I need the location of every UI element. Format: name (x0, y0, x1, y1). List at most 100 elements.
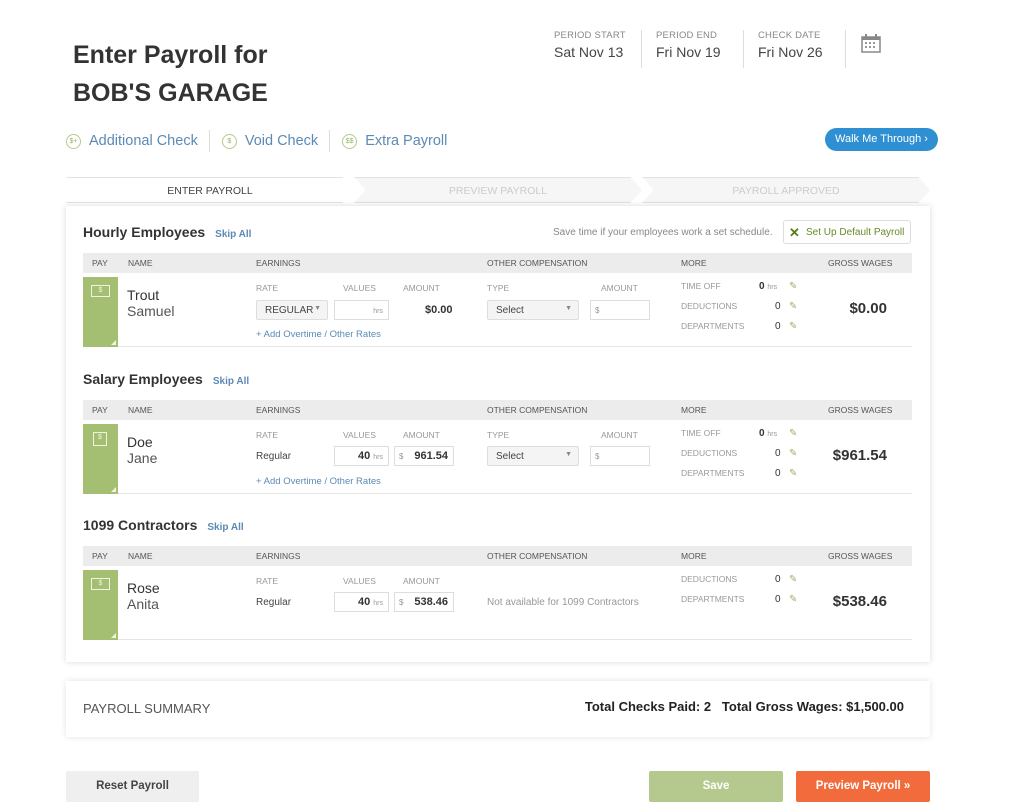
departments-value: 0 (775, 321, 781, 332)
tools-icon: ✕ (789, 225, 800, 240)
amount-value: 538.46 (414, 596, 448, 608)
col-other-comp: OTHER COMPENSATION (487, 551, 588, 561)
departments-value: 0 (775, 468, 781, 479)
employee-first-name: Anita (127, 596, 159, 612)
default-payroll-hint: Save time if your employees work a set s… (553, 227, 773, 238)
chevron-down-icon: ▼ (565, 305, 572, 312)
col-gross-wages: GROSS WAGES (828, 551, 893, 561)
edit-pencil-icon[interactable]: ✎ (789, 301, 797, 312)
deductions-item: DEDUCTIONS 0 ✎ (681, 448, 811, 459)
company-name: BOB'S GARAGE (73, 79, 268, 107)
hourly-skip-all-link[interactable]: Skip All (215, 229, 251, 240)
corner-icon (111, 633, 116, 638)
step-enter-payroll: ENTER PAYROLL (66, 177, 354, 203)
bank-icon: $ (93, 432, 107, 446)
edit-pencil-icon[interactable]: ✎ (789, 448, 797, 459)
set-up-default-payroll-button[interactable]: ✕ Set Up Default Payroll (783, 220, 912, 244)
period-end-label: PERIOD END (656, 30, 718, 41)
other-comp-not-available: Not available for 1099 Contractors (487, 597, 639, 608)
contractors-section-title: 1099 Contractors Skip All (83, 517, 244, 533)
employee-row-trout: $ Trout Samuel RATE VALUES AMOUNT REGULA… (83, 277, 912, 347)
col-other-comp: OTHER COMPENSATION (487, 405, 588, 415)
contractors-title: 1099 Contractors (83, 517, 198, 533)
amount-label: AMOUNT (403, 430, 440, 440)
pay-toggle[interactable]: $ (83, 277, 118, 347)
edit-pencil-icon[interactable]: ✎ (789, 468, 797, 479)
check-icon: $ (91, 578, 110, 590)
pay-toggle[interactable]: $ (83, 424, 118, 494)
hours-input[interactable]: hrs (334, 300, 389, 320)
col-name: NAME (128, 551, 153, 561)
earnings-amount: $0.00 (425, 304, 453, 316)
edit-pencil-icon[interactable]: ✎ (789, 574, 797, 585)
time-off-label: TIME OFF (681, 281, 721, 291)
double-dollar-icon: $$ (342, 133, 358, 149)
departments-label: DEPARTMENTS (681, 321, 745, 331)
dollar-prefix: $ (399, 598, 404, 607)
calendar-icon[interactable] (861, 34, 881, 53)
additional-check-link[interactable]: $+ Additional Check (66, 130, 210, 152)
add-overtime-link[interactable]: + Add Overtime / Other Rates (256, 329, 381, 340)
edit-pencil-icon[interactable]: ✎ (789, 321, 797, 332)
time-off-value: 0 hrs (759, 281, 778, 292)
departments-label: DEPARTMENTS (681, 594, 745, 604)
salary-skip-all-link[interactable]: Skip All (213, 376, 249, 387)
hourly-section-title: Hourly Employees Skip All (83, 224, 251, 240)
corner-icon (111, 340, 116, 345)
save-button[interactable]: Save (649, 771, 783, 802)
hours-input[interactable]: 40 hrs (334, 592, 389, 612)
payroll-totals: Total Checks Paid: 2 Total Gross Wages: … (584, 699, 904, 714)
extra-payroll-link[interactable]: $$ Extra Payroll (342, 130, 458, 152)
amount-input[interactable]: $961.54 (394, 446, 454, 466)
edit-pencil-icon[interactable]: ✎ (789, 594, 797, 605)
contractors-skip-all-link[interactable]: Skip All (207, 522, 243, 533)
payroll-summary-label: PAYROLL SUMMARY (83, 701, 211, 716)
other-comp-type-select[interactable]: Select ▼ (487, 446, 579, 466)
rate-value: Regular (256, 451, 292, 462)
other-comp-type-select[interactable]: Select ▼ (487, 300, 579, 320)
preview-payroll-button[interactable]: Preview Payroll » (796, 771, 930, 802)
add-overtime-link[interactable]: + Add Overtime / Other Rates (256, 476, 381, 487)
amount-label: AMOUNT (403, 576, 440, 586)
departments-value: 0 (775, 594, 781, 605)
check-date[interactable]: CHECK DATE Fri Nov 26 (744, 30, 846, 68)
other-comp-amount-input[interactable]: $ (590, 300, 650, 320)
col-pay: PAY (92, 405, 108, 415)
period-start[interactable]: PERIOD START Sat Nov 13 (540, 30, 642, 68)
deductions-value: 0 (775, 301, 781, 312)
check-date-value: Fri Nov 26 (758, 44, 823, 60)
payroll-entry-panel: Hourly Employees Skip All Save time if yo… (66, 206, 930, 662)
other-amount-label: AMOUNT (601, 283, 638, 293)
rate-label: RATE (256, 283, 279, 293)
values-label: VALUES (343, 283, 376, 293)
dollar-plus-icon: $+ (66, 133, 81, 149)
col-gross-wages: GROSS WAGES (828, 405, 893, 415)
edit-pencil-icon[interactable]: ✎ (789, 281, 797, 292)
pay-toggle[interactable]: $ (83, 570, 118, 640)
col-earnings: EARNINGS (256, 405, 301, 415)
void-check-label: Void Check (244, 133, 319, 149)
gross-wages-value: $538.46 (832, 593, 887, 610)
step-payroll-approved: PAYROLL APPROVED (642, 177, 930, 203)
edit-pencil-icon[interactable]: ✎ (789, 428, 797, 439)
amount-value: 961.54 (414, 450, 448, 462)
void-check-link[interactable]: $ Void Check (221, 130, 331, 152)
hourly-title: Hourly Employees (83, 224, 206, 240)
period-end[interactable]: PERIOD END Fri Nov 19 (642, 30, 744, 68)
step-preview-payroll: PREVIEW PAYROLL (354, 177, 642, 203)
deductions-label: DEDUCTIONS (681, 301, 738, 311)
departments-item: DEPARTMENTS 0 ✎ (681, 594, 811, 605)
reset-payroll-button[interactable]: Reset Payroll (66, 771, 199, 802)
period-end-value: Fri Nov 19 (656, 44, 721, 60)
period-start-value: Sat Nov 13 (554, 44, 624, 60)
extra-payroll-label: Extra Payroll (365, 133, 448, 149)
other-comp-amount-input[interactable]: $ (590, 446, 650, 466)
rate-label: RATE (256, 576, 279, 586)
dollar-prefix: $ (595, 306, 600, 315)
amount-input[interactable]: $538.46 (394, 592, 454, 612)
employee-row-rose: $ Rose Anita RATE VALUES AMOUNT Regular … (83, 570, 912, 640)
hours-input[interactable]: 40 hrs (334, 446, 389, 466)
walk-me-through-button[interactable]: Walk Me Through › (825, 128, 938, 151)
rate-select[interactable]: REGULAR ▼ (256, 300, 328, 320)
check-actions: $+ Additional Check $ Void Check $$ Extra P… (66, 130, 470, 152)
